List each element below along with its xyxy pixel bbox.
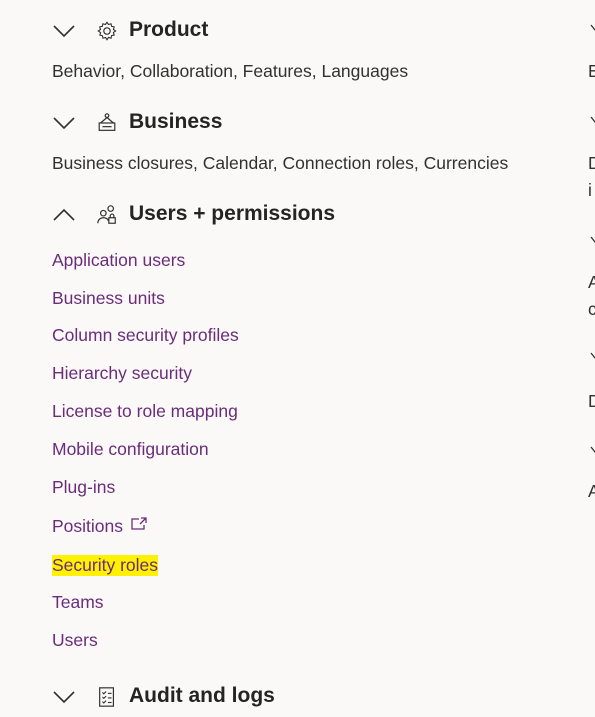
chevron-up-icon bbox=[53, 208, 75, 221]
group-header-audit-logs[interactable]: Audit and logs bbox=[52, 682, 275, 712]
chevron-down-icon bbox=[53, 691, 75, 704]
group-title: Business bbox=[129, 110, 223, 133]
external-link-icon bbox=[131, 517, 147, 530]
users-lock-icon bbox=[97, 205, 116, 224]
clipped-text: A bbox=[588, 481, 595, 501]
chevron-down-icon[interactable] bbox=[590, 116, 595, 124]
group-title: Audit and logs bbox=[129, 684, 275, 707]
group-header-users-permissions[interactable]: Users + permissions bbox=[52, 200, 335, 230]
gear-icon bbox=[97, 21, 117, 41]
link-users[interactable]: Users bbox=[52, 630, 98, 651]
link-mobile-configuration[interactable]: Mobile configuration bbox=[52, 439, 209, 460]
group-summary[interactable]: Business closures, Calendar, Connection … bbox=[52, 153, 508, 174]
clipped-text: i bbox=[588, 180, 592, 200]
link-label: Positions bbox=[52, 516, 124, 536]
group-title: Product bbox=[129, 18, 209, 41]
chevron-down-icon bbox=[53, 25, 75, 38]
group-summary[interactable]: Behavior, Collaboration, Features, Langu… bbox=[52, 61, 408, 82]
link-business-units[interactable]: Business units bbox=[52, 288, 165, 309]
clipped-text: D bbox=[588, 153, 595, 173]
link-hierarchy-security[interactable]: Hierarchy security bbox=[52, 363, 192, 384]
link-security-roles[interactable]: Security roles bbox=[52, 555, 159, 576]
chevron-down-icon[interactable] bbox=[590, 236, 595, 244]
group-header-product[interactable]: Product bbox=[52, 16, 208, 46]
link-application-users[interactable]: Application users bbox=[52, 250, 185, 271]
link-teams[interactable]: Teams bbox=[52, 592, 104, 613]
group-header-business[interactable]: Business bbox=[52, 108, 222, 138]
clipped-text: A bbox=[588, 272, 595, 292]
clipped-text: D bbox=[588, 391, 595, 411]
clipped-text: E bbox=[588, 61, 595, 81]
chevron-down-icon[interactable] bbox=[590, 24, 595, 32]
link-positions[interactable]: Positions bbox=[52, 516, 147, 537]
chevron-down-icon bbox=[53, 117, 75, 130]
checklist-icon bbox=[99, 687, 115, 707]
business-icon bbox=[98, 113, 116, 131]
link-plug-ins[interactable]: Plug-ins bbox=[52, 477, 115, 498]
chevron-down-icon[interactable] bbox=[590, 352, 595, 360]
chevron-down-icon[interactable] bbox=[590, 446, 595, 454]
clipped-text: c bbox=[588, 299, 595, 319]
group-title: Users + permissions bbox=[129, 202, 336, 225]
link-column-security-profiles[interactable]: Column security profiles bbox=[52, 325, 239, 346]
link-license-to-role-mapping[interactable]: License to role mapping bbox=[52, 401, 238, 422]
